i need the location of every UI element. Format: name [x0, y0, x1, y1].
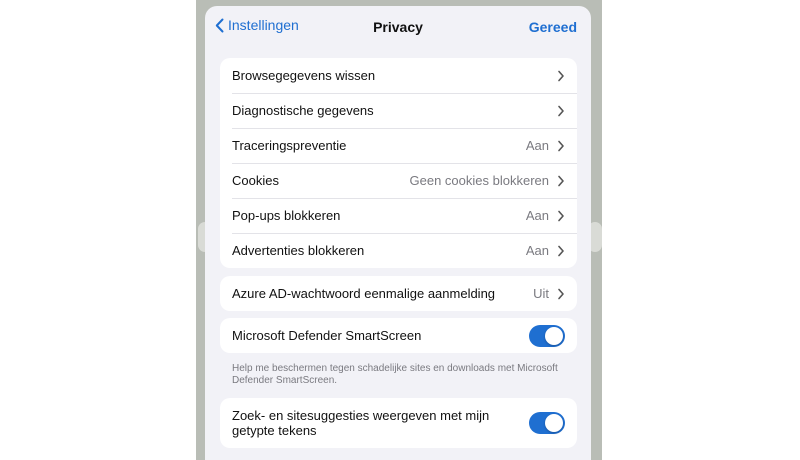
block-ads-row[interactable]: Advertenties blokkeren Aan [220, 233, 577, 268]
toggle-knob [545, 326, 563, 345]
smartscreen-footnote: Help me beschermen tegen schadelijke sit… [232, 363, 558, 386]
toggle-knob [545, 414, 563, 432]
suggestions-group: Zoek- en sitesuggesties weergeven met mi… [220, 398, 577, 448]
privacy-sheet: Instellingen Privacy Gereed Browsegegeve… [205, 6, 591, 460]
row-label: Pop-ups blokkeren [232, 208, 341, 223]
row-label: Azure AD-wachtwoord eenmalige aanmelding [232, 286, 496, 301]
row-value: Aan [525, 138, 549, 153]
chevron-right-icon [558, 245, 564, 256]
chevron-right-icon [558, 288, 564, 299]
block-popups-row[interactable]: Pop-ups blokkeren Aan [220, 198, 577, 233]
chevron-right-icon [558, 175, 564, 186]
azure-sso-row[interactable]: Azure AD-wachtwoord eenmalige aanmelding… [220, 276, 577, 311]
smartscreen-group: Microsoft Defender SmartScreen [220, 318, 577, 353]
clear-browsing-data-row[interactable]: Browsegegevens wissen [220, 58, 577, 93]
privacy-settings-group: Browsegegevens wissen Diagnostische gege… [220, 58, 577, 268]
chevron-right-icon [558, 210, 564, 221]
row-label: Browsegegevens wissen [232, 68, 376, 83]
suggestions-toggle[interactable] [529, 412, 565, 434]
row-label: Diagnostische gegevens [232, 103, 374, 118]
diagnostic-data-row[interactable]: Diagnostische gegevens [220, 93, 577, 128]
cookies-row[interactable]: Cookies Geen cookies blokkeren [220, 163, 577, 198]
done-button[interactable]: Gereed [529, 19, 577, 35]
smartscreen-toggle[interactable] [529, 324, 565, 347]
row-label: Microsoft Defender SmartScreen [232, 328, 422, 343]
row-label: Cookies [232, 173, 279, 188]
smartscreen-row: Microsoft Defender SmartScreen [220, 318, 577, 353]
chevron-right-icon [558, 105, 564, 116]
suggestions-row: Zoek- en sitesuggesties weergeven met mi… [220, 398, 577, 448]
row-value: Uit [533, 286, 549, 301]
azure-sso-group: Azure AD-wachtwoord eenmalige aanmelding… [220, 276, 577, 311]
row-value: Aan [525, 243, 549, 258]
tracking-prevention-row[interactable]: Traceringspreventie Aan [220, 128, 577, 163]
row-label: Advertenties blokkeren [232, 243, 365, 258]
row-label: Traceringspreventie [232, 138, 347, 153]
row-value: Aan [525, 208, 549, 223]
navigation-bar: Instellingen Privacy Gereed [205, 6, 591, 48]
chevron-right-icon [558, 140, 564, 151]
row-value: Geen cookies blokkeren [409, 173, 549, 188]
row-label: Zoek- en sitesuggesties weergeven met mi… [232, 408, 490, 438]
chevron-right-icon [558, 70, 564, 81]
